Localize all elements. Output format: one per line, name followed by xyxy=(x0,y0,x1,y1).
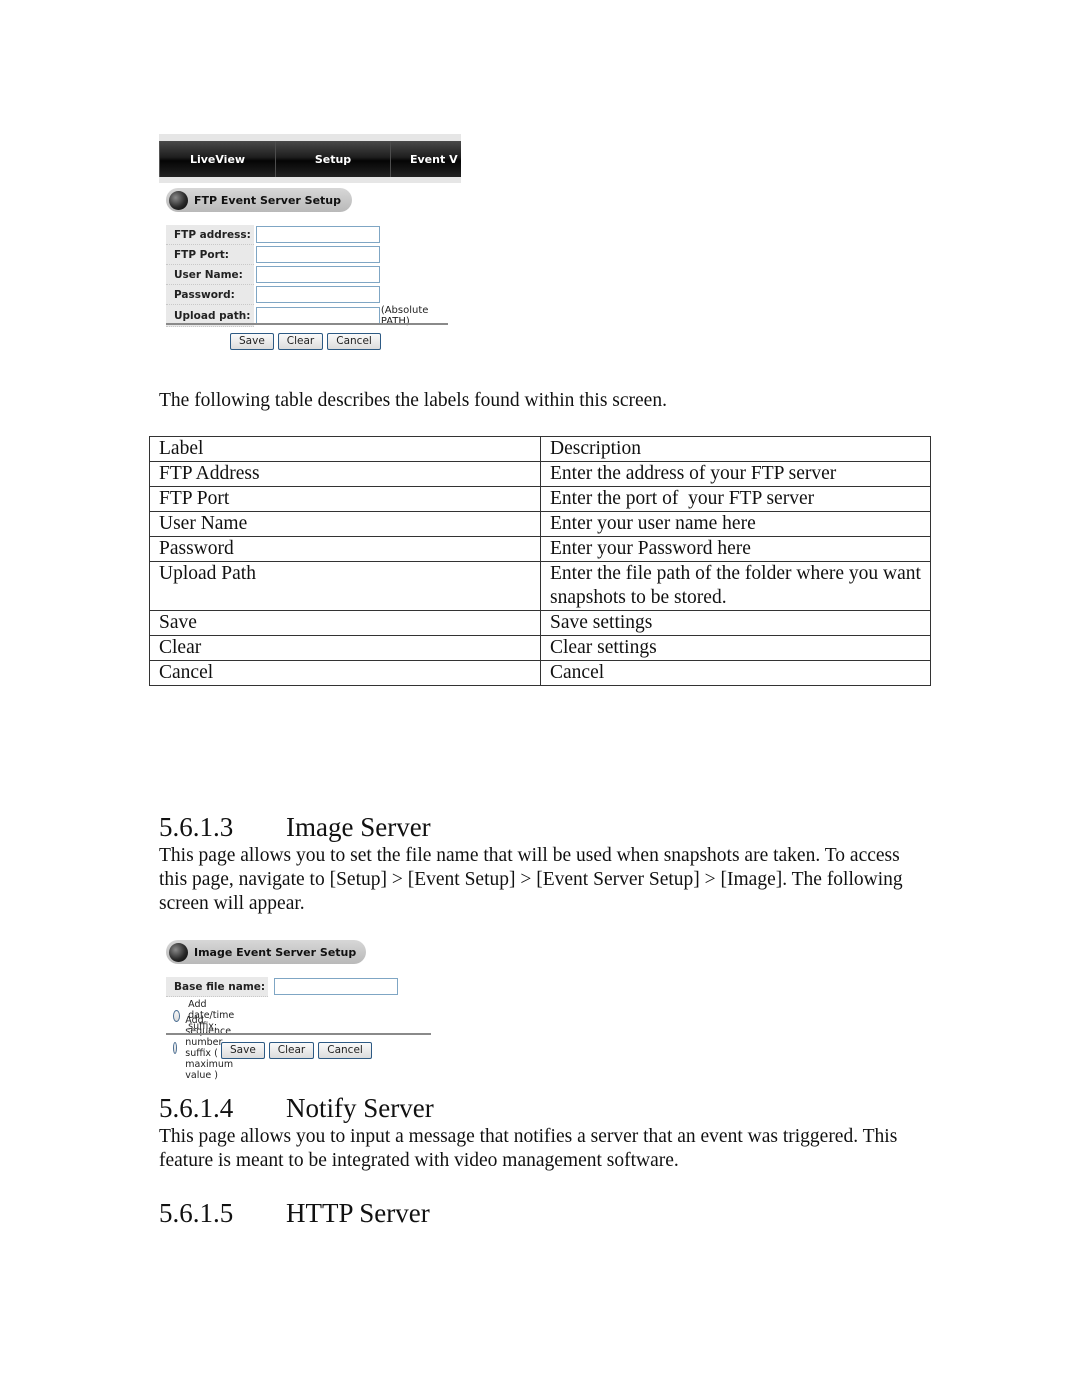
table-row: User Name Enter your user name here xyxy=(149,511,931,537)
bullet-ball-icon xyxy=(169,942,188,962)
section-title: Notify Server xyxy=(286,1093,434,1123)
table-row: Upload Path Enter the file path of the f… xyxy=(149,561,931,611)
ftp-save-button[interactable]: Save xyxy=(230,333,274,350)
nav-tab-setup[interactable]: Setup xyxy=(276,141,391,177)
nav-bar-container: LiveView Setup Event V xyxy=(159,134,461,183)
section-heading-notify-server: 5.6.1.4 Notify Server xyxy=(159,1092,434,1124)
table-row: Save Save settings xyxy=(149,610,931,636)
form-row: FTP address: xyxy=(166,225,428,245)
labels-table: Label Description FTP Address Enter the … xyxy=(149,436,931,686)
row-label: FTP Port xyxy=(149,486,541,512)
row-label: Clear xyxy=(149,635,541,661)
section-number: 5.6.1.3 xyxy=(159,812,234,842)
section-number: 5.6.1.5 xyxy=(159,1198,234,1228)
form-row: User Name: xyxy=(166,264,428,285)
ftp-port-input[interactable] xyxy=(255,246,380,263)
row-label: FTP Address xyxy=(149,461,541,487)
ftp-form: FTP address: FTP Port: User Name: Passwo… xyxy=(166,225,428,327)
row-label: Password xyxy=(149,536,541,562)
table-row: Cancel Cancel xyxy=(149,660,931,686)
table-row: Clear Clear settings xyxy=(149,635,931,661)
form-row: Base file name: xyxy=(166,977,399,997)
nav-tab-event[interactable]: Event V xyxy=(391,141,461,177)
row-description: Enter your Password here xyxy=(540,536,931,562)
ftp-address-input[interactable] xyxy=(255,226,380,244)
ftp-clear-button[interactable]: Clear xyxy=(277,333,324,350)
row-label: Upload Path xyxy=(149,561,541,611)
image-section-title: Image Event Server Setup xyxy=(194,945,357,959)
form-divider xyxy=(166,323,448,325)
section-title: Image Server xyxy=(286,812,431,842)
ftp-section-header: FTP Event Server Setup xyxy=(166,188,352,212)
image-section-header: Image Event Server Setup xyxy=(166,940,366,964)
row-description: Enter the port of your FTP server xyxy=(540,486,931,512)
bullet-ball-icon xyxy=(169,190,188,210)
ftp-address-label: FTP address: xyxy=(166,225,254,245)
row-description: Save settings xyxy=(540,610,931,636)
ftp-cancel-button[interactable]: Cancel xyxy=(327,333,381,350)
image-server-body: This page allows you to set the file nam… xyxy=(159,845,903,914)
image-cancel-button[interactable]: Cancel xyxy=(318,1042,372,1059)
image-form: Base file name: xyxy=(166,977,399,997)
table-row: FTP Address Enter the address of your FT… xyxy=(149,461,931,487)
section-number: 5.6.1.4 xyxy=(159,1093,234,1123)
user-name-input[interactable] xyxy=(255,266,380,283)
section-heading-image-server: 5.6.1.3 Image Server xyxy=(159,811,431,843)
form-row: FTP Port: xyxy=(166,244,428,265)
section-heading-http-server: 5.6.1.5 HTTP Server xyxy=(159,1197,430,1229)
row-description: Clear settings xyxy=(540,635,931,661)
form-row: Password: xyxy=(166,284,428,305)
form-divider xyxy=(166,1033,431,1035)
password-input[interactable] xyxy=(255,286,380,303)
table-row: FTP Port Enter the port of your FTP serv… xyxy=(149,486,931,512)
image-clear-button[interactable]: Clear xyxy=(268,1042,315,1059)
row-description: Enter your user name here xyxy=(540,511,931,537)
row-label: Cancel xyxy=(149,660,541,686)
row-label: Save xyxy=(149,610,541,636)
section-title: HTTP Server xyxy=(286,1198,430,1228)
user-name-label: User Name: xyxy=(166,264,254,285)
row-description: Enter the file path of the folder where … xyxy=(540,561,931,611)
password-label: Password: xyxy=(166,284,254,305)
nav-tab-liveview[interactable]: LiveView xyxy=(160,141,276,177)
header-description: Description xyxy=(540,436,931,462)
nav-bar: LiveView Setup Event V xyxy=(159,141,461,177)
notify-server-body: This page allows you to input a message … xyxy=(159,1126,898,1171)
ftp-port-label: FTP Port: xyxy=(166,244,254,265)
image-button-row: Save Clear Cancel xyxy=(221,1042,372,1059)
ftp-button-row: Save Clear Cancel xyxy=(230,333,381,350)
row-description: Enter the address of your FTP server xyxy=(540,461,931,487)
sequence-suffix-radio[interactable] xyxy=(173,1042,178,1054)
row-description: Cancel xyxy=(540,660,931,686)
base-file-name-label: Base file name: xyxy=(166,977,269,997)
base-file-name-input[interactable] xyxy=(274,978,399,996)
header-label: Label xyxy=(149,436,541,462)
table-row: Password Enter your Password here xyxy=(149,536,931,562)
table-header-row: Label Description xyxy=(149,436,931,462)
table-intro-text: The following table describes the labels… xyxy=(159,390,667,411)
row-label: User Name xyxy=(149,511,541,537)
upload-path-input[interactable] xyxy=(255,307,380,324)
ftp-section-title: FTP Event Server Setup xyxy=(194,193,342,207)
image-save-button[interactable]: Save xyxy=(221,1042,265,1059)
